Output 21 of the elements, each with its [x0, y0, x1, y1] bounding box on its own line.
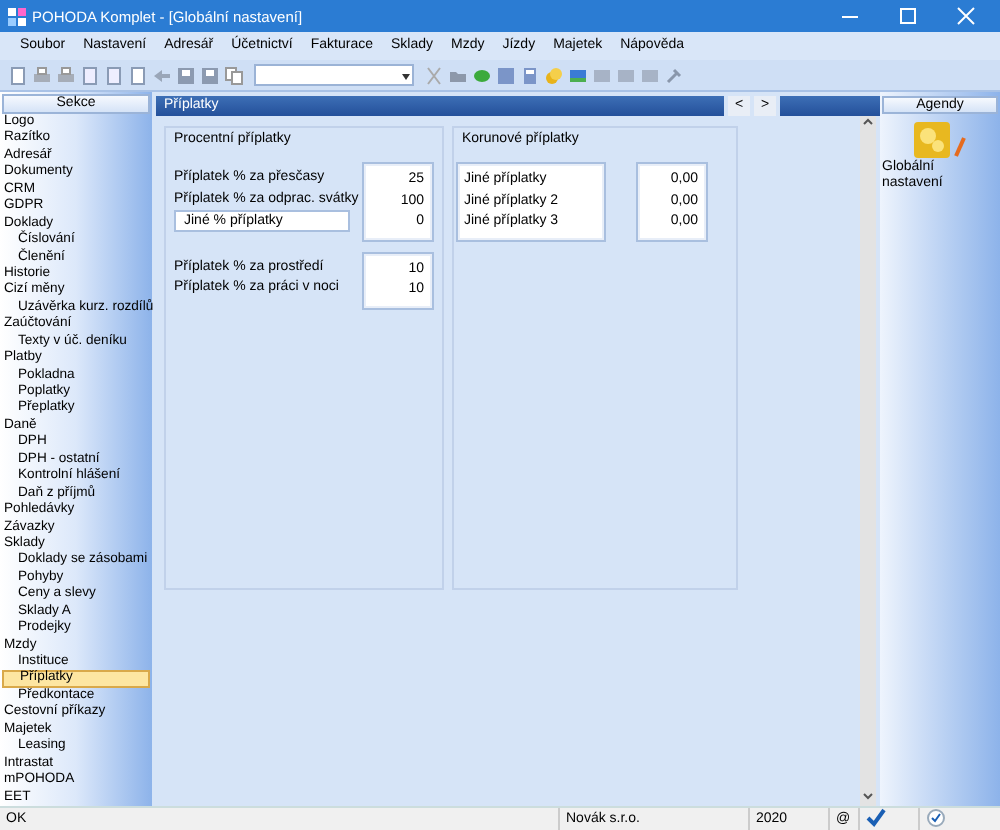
floppy-icon[interactable] [200, 65, 220, 85]
floppy-icon[interactable] [176, 65, 196, 85]
printer-icon[interactable] [32, 65, 52, 85]
calculator-icon[interactable] [520, 65, 540, 85]
check-circle-icon [926, 807, 946, 828]
printer-icon[interactable] [56, 65, 76, 85]
combo-field[interactable] [254, 64, 414, 86]
app-logo-icon [8, 7, 26, 25]
scissors-icon[interactable] [424, 65, 444, 85]
caret-icon [400, 69, 412, 81]
tools-icon[interactable] [664, 65, 684, 85]
document-icon[interactable] [128, 65, 148, 85]
gears-pencil-icon[interactable] [912, 120, 968, 160]
copy-icon[interactable] [224, 65, 244, 85]
check-icon [866, 807, 886, 828]
chart-icon[interactable] [568, 65, 588, 85]
panel-header-bar [780, 96, 880, 116]
arrow-icon[interactable] [152, 65, 172, 85]
document-icon[interactable] [8, 65, 28, 85]
scrollbar[interactable] [860, 116, 876, 806]
coins-icon[interactable] [544, 65, 564, 85]
